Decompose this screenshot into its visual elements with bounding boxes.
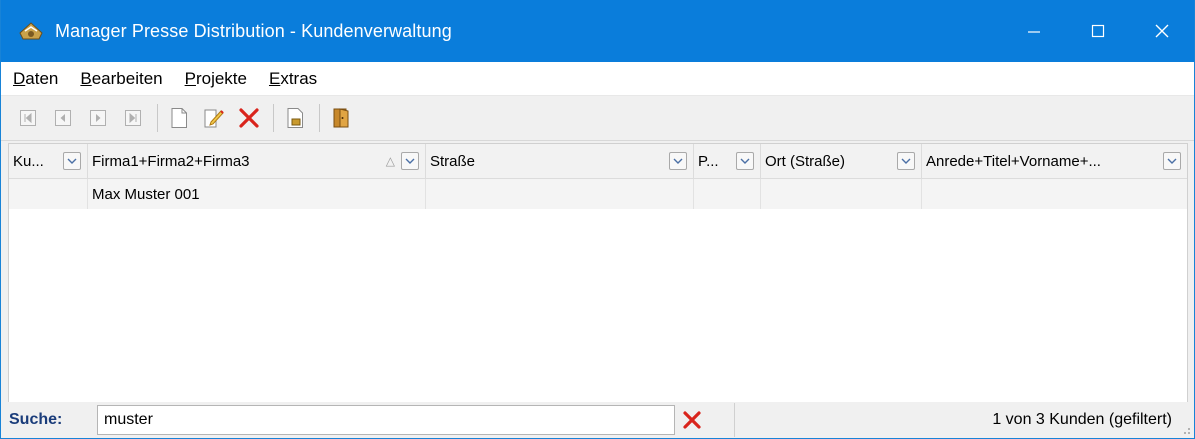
menu-extras-mnemonic: E [268,68,281,88]
menu-bearbeiten-mnemonic: B [80,68,92,88]
app-logo-icon [17,19,45,43]
clear-icon [683,411,701,429]
status-bar: Suche: 1 von 3 Kunden (gefiltert) [1,402,1194,438]
customer-grid[interactable]: Ku... Firma1+Firma2+Firma3 △ Straße P...… [8,143,1188,403]
cell-strasse [426,179,694,209]
clear-search-button[interactable] [677,405,707,435]
menu-daten-label: aten [25,68,59,88]
toolbar-separator [273,104,274,132]
cell-firma: Max Muster 001 [88,179,426,209]
next-record-icon [90,110,106,126]
filter-dropdown-button[interactable] [63,152,81,170]
column-header-strasse[interactable]: Straße [426,144,694,178]
chevron-down-icon [740,158,750,164]
menu-bearbeiten-label: earbeiten [91,68,163,88]
menu-projekte[interactable]: Projekte [181,67,251,91]
toolbar-separator [319,104,320,132]
print-preview-button[interactable] [282,105,308,131]
sort-ascending-icon: △ [385,154,395,168]
chevron-down-icon [673,158,683,164]
menu-bar: Daten Bearbeiten Projekte Extras [1,62,1194,96]
cell-anrede [922,179,1187,209]
new-record-button[interactable] [166,105,192,131]
app-window: Manager Presse Distribution - Kundenverw… [0,0,1195,439]
window-title: Manager Presse Distribution - Kundenverw… [55,20,452,41]
menu-projekte-label: rojekte [195,68,247,88]
column-label: Straße [430,152,476,170]
cell-kunden-nr [9,179,88,209]
title-bar[interactable]: Manager Presse Distribution - Kundenverw… [1,0,1194,62]
column-label: Ort (Straße) [765,152,846,170]
toolbar-separator [157,104,158,132]
column-header-plz[interactable]: P... [694,144,761,178]
filter-dropdown-button[interactable] [401,152,419,170]
delete-record-button[interactable] [236,105,262,131]
filter-dropdown-button[interactable] [897,152,915,170]
edit-icon [204,109,224,128]
column-label: Anrede+Titel+Vorname+... [926,152,1101,170]
exit-button[interactable] [328,105,354,131]
chevron-down-icon [405,158,415,164]
menu-daten[interactable]: Daten [9,67,62,91]
previous-record-button[interactable] [50,105,76,131]
menu-bearbeiten[interactable]: Bearbeiten [76,67,166,91]
status-text: 1 von 3 Kunden (gefiltert) [992,411,1172,428]
print-preview-icon [287,108,303,128]
new-document-icon [171,108,187,128]
chevron-down-icon [901,158,911,164]
menu-extras-label: xtras [280,68,318,88]
record-count-status: 1 von 3 Kunden (gefiltert) [734,403,1194,437]
cell-plz [694,179,761,209]
table-row[interactable]: Max Muster 001 [9,179,1187,209]
column-header-anrede[interactable]: Anrede+Titel+Vorname+... [922,144,1187,178]
menu-daten-mnemonic: D [13,68,26,88]
search-input[interactable] [97,405,675,435]
chevron-down-icon [1167,158,1177,164]
column-label: Ku... [13,152,44,170]
close-button[interactable] [1130,0,1194,62]
menu-projekte-mnemonic: P [184,68,196,88]
delete-icon [239,108,259,128]
window-controls [1002,0,1194,62]
edit-record-button[interactable] [201,105,227,131]
column-header-kunden-nr[interactable]: Ku... [9,144,88,178]
previous-record-icon [55,110,71,126]
chevron-down-icon [67,158,77,164]
maximize-button[interactable] [1066,0,1130,62]
last-record-icon [125,110,141,126]
resize-grip-icon[interactable] [1181,425,1191,435]
search-label: Suche: [9,411,63,428]
column-label: P... [698,152,719,170]
first-record-button[interactable] [15,105,41,131]
column-label: Firma1+Firma2+Firma3 [92,152,250,170]
last-record-button[interactable] [120,105,146,131]
grid-header: Ku... Firma1+Firma2+Firma3 △ Straße P...… [9,144,1187,179]
column-header-ort[interactable]: Ort (Straße) [761,144,922,178]
next-record-button[interactable] [85,105,111,131]
minimize-button[interactable] [1002,0,1066,62]
filter-dropdown-button[interactable] [1163,152,1181,170]
exit-door-icon [333,108,349,128]
cell-ort [761,179,922,209]
first-record-icon [20,110,36,126]
menu-extras[interactable]: Extras [265,67,321,91]
filter-dropdown-button[interactable] [669,152,687,170]
filter-dropdown-button[interactable] [736,152,754,170]
column-header-firma[interactable]: Firma1+Firma2+Firma3 △ [88,144,426,178]
toolbar [1,96,1194,141]
